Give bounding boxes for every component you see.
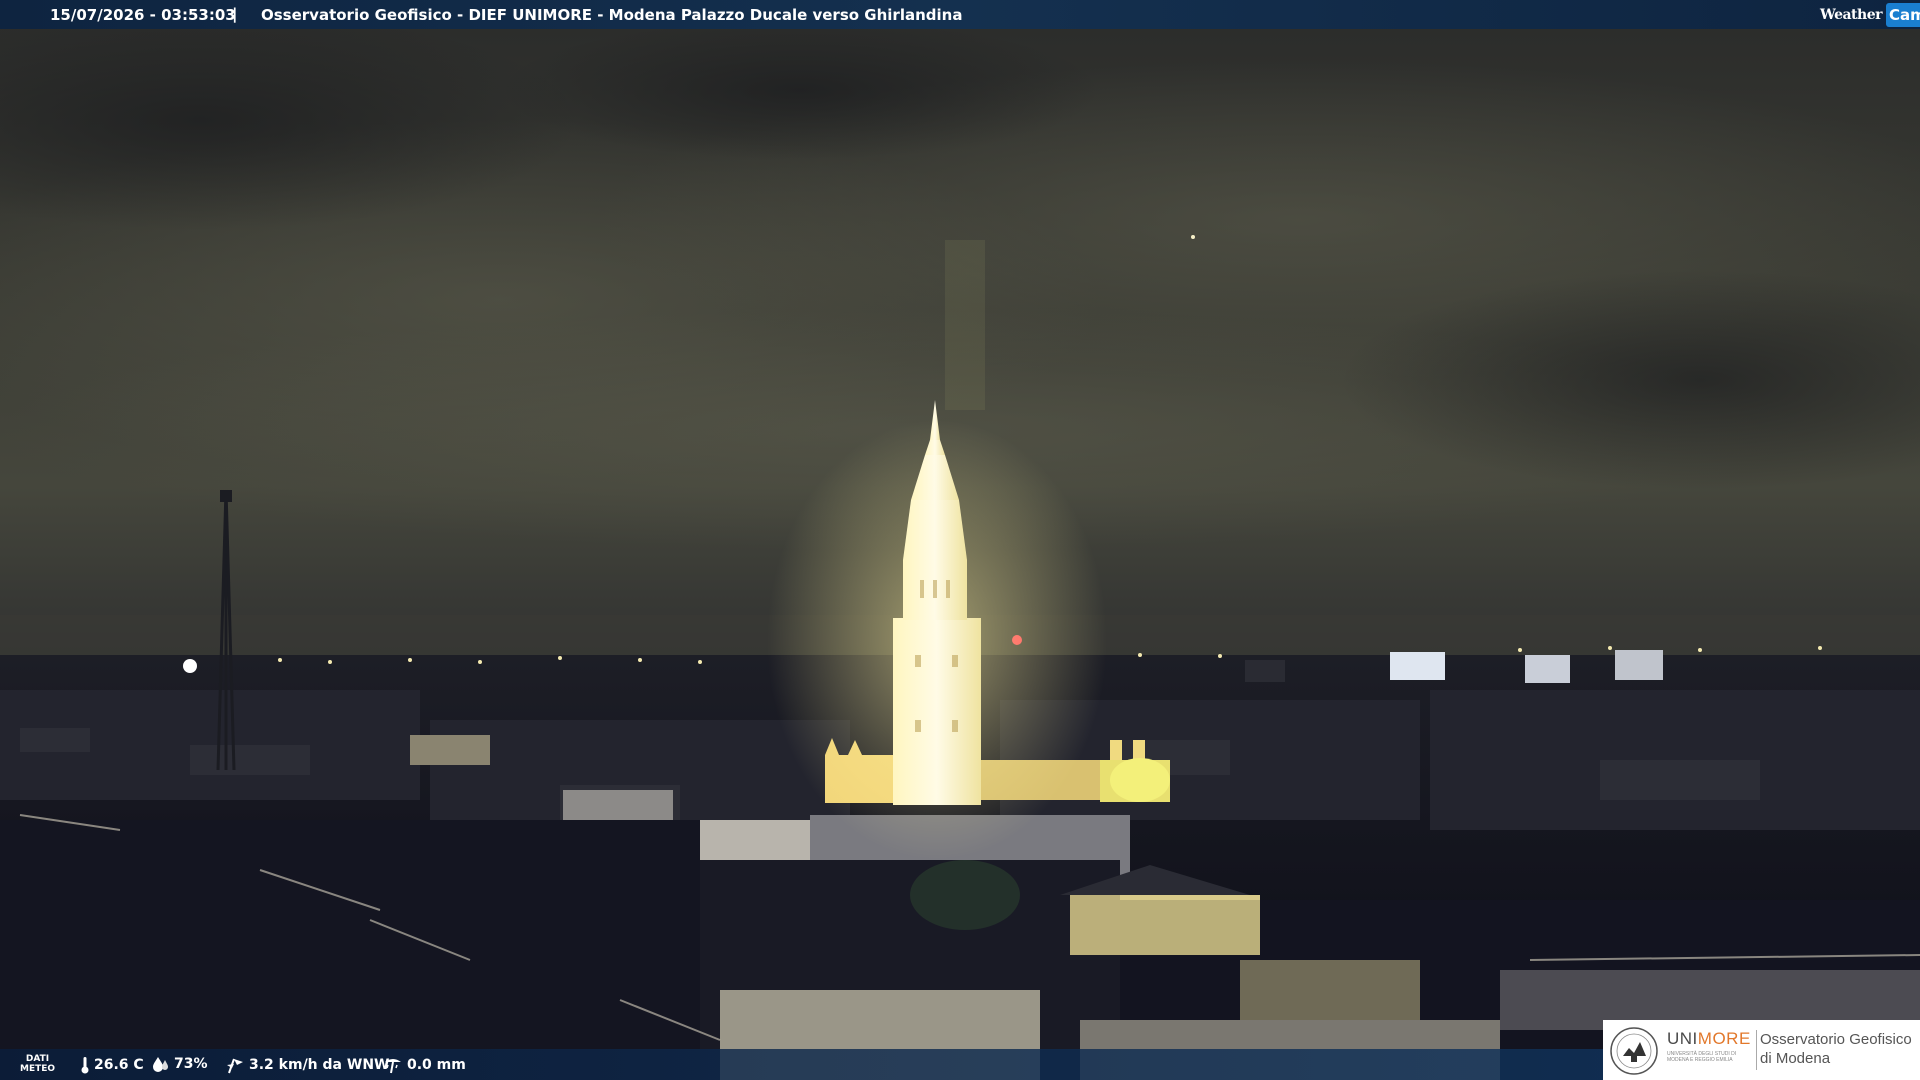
- temperature-reading: 26.6 C: [80, 1056, 144, 1074]
- unimore-prefix: UNI: [1667, 1029, 1698, 1048]
- humidity-value: 73%: [174, 1056, 208, 1072]
- logo-divider: [1756, 1030, 1757, 1070]
- temperature-value: 26.6 C: [94, 1057, 144, 1073]
- university-seal-icon: [1610, 1027, 1658, 1075]
- weathercam-logo-cam: Cam: [1886, 2, 1920, 27]
- unimore-suffix: MORE: [1697, 1029, 1751, 1048]
- unimore-observatory-logo: UNIMORE UNIVERSITÀ DEGLI STUDI DI MODENA…: [1603, 1020, 1920, 1080]
- meteo-label-line2: METEO: [20, 1064, 56, 1074]
- thermometer-icon: [80, 1056, 90, 1074]
- weathercam-logo: Weather Cam: [1818, 0, 1920, 29]
- humidity-reading: 73%: [152, 1056, 208, 1072]
- timestamp: 15/07/2026 - 03:53:03: [50, 6, 236, 24]
- caption-separator: |: [232, 5, 238, 23]
- observatory-line1: Osservatorio Geofisico: [1760, 1031, 1912, 1048]
- wind-reading: 3.2 km/h da WNW: [225, 1056, 389, 1074]
- wind-value: 3.2 km/h da WNW: [249, 1057, 390, 1073]
- camera-title: Osservatorio Geofisico - DIEF UNIMORE - …: [261, 6, 963, 24]
- meteo-data-bar: DATI METEO 26.6 C 73% 3.2 km/h da WNW 0.…: [0, 1049, 1603, 1080]
- meteo-label: DATI METEO: [20, 1054, 55, 1074]
- weathercam-logo-word: Weather: [1820, 6, 1883, 23]
- unimore-subtitle: UNIVERSITÀ DEGLI STUDI DI MODENA E REGGI…: [1667, 1051, 1737, 1063]
- webcam-night-scene: [0, 0, 1920, 1080]
- rain-reading: 0.0 mm: [383, 1056, 466, 1074]
- wind-icon: [225, 1056, 245, 1074]
- rain-value: 0.0 mm: [407, 1057, 466, 1073]
- unimore-wordmark: UNIMORE: [1667, 1029, 1751, 1049]
- caption-bar: 15/07/2026 - 03:53:03 | Osservatorio Geo…: [0, 0, 1920, 29]
- rain-gauge-icon: [383, 1056, 403, 1074]
- humidity-drop-icon: [152, 1056, 170, 1072]
- observatory-line2: di Modena: [1760, 1050, 1831, 1067]
- meteo-label-line1: DATI: [25, 1054, 50, 1064]
- observatory-name: Osservatorio Geofisico di Modena: [1760, 1030, 1912, 1068]
